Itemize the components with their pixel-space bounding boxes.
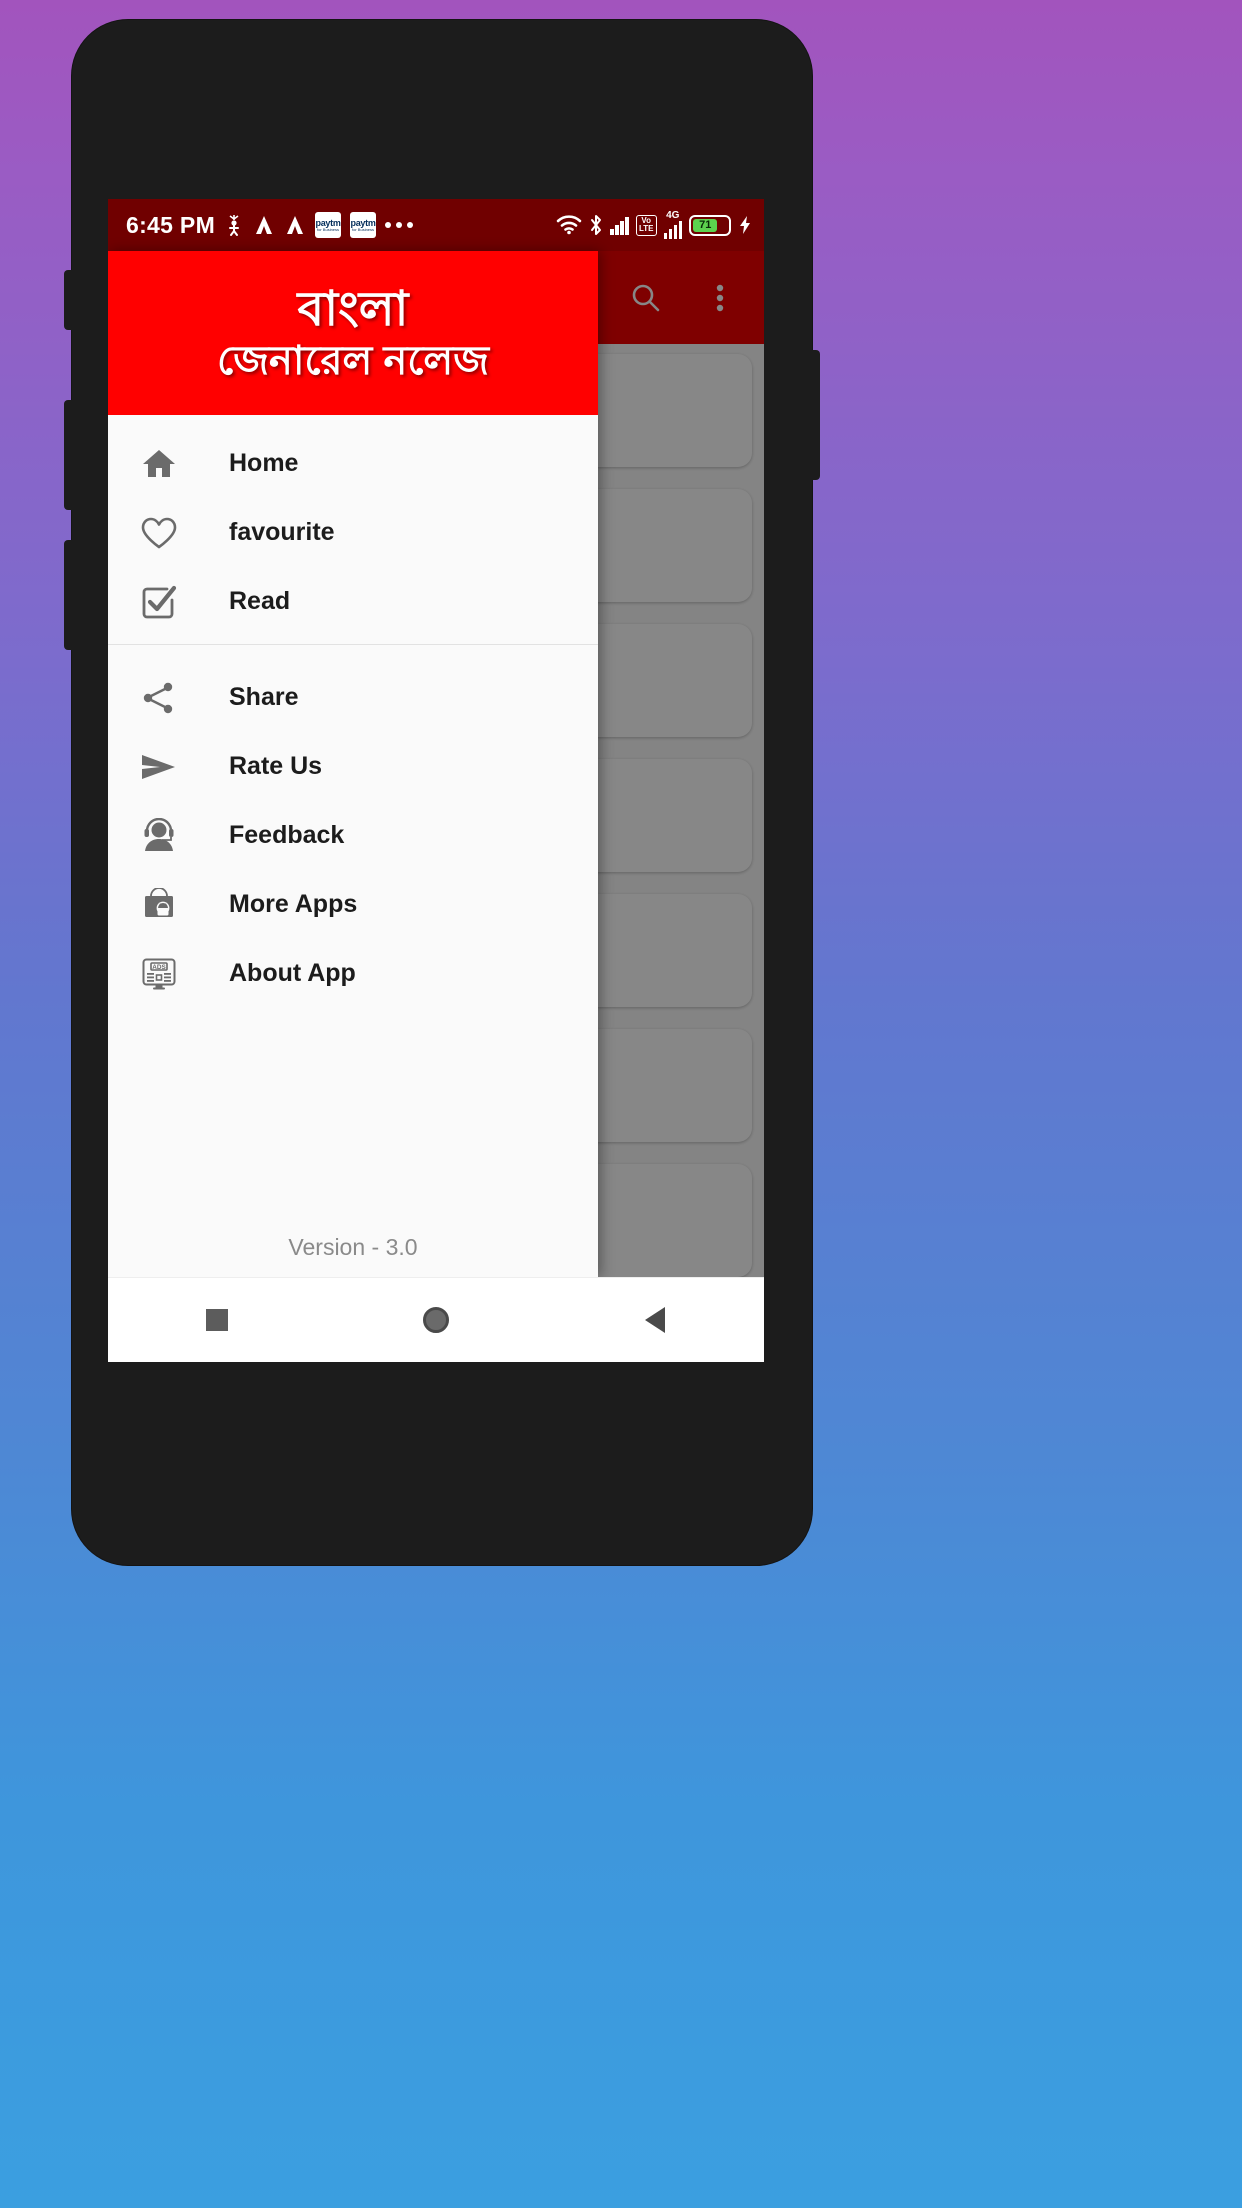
checkbox-checked-icon [133, 580, 185, 624]
drawer-menu-group-secondary: Share Rate Us Feedback More Apps ADS Abo… [108, 644, 598, 1016]
drawer-item-more-apps[interactable]: More Apps [108, 870, 598, 939]
drawer-item-about-app[interactable]: ADS About App [108, 939, 598, 1008]
status-bar: 6:45 PM paytm for Business paytm for Bus… [108, 199, 764, 251]
wifi-icon [556, 215, 582, 235]
android-navigation-bar [108, 1277, 764, 1362]
phone-side-button-top [64, 270, 78, 330]
drawer-menu-group-primary: Home favourite Read [108, 415, 598, 644]
play-store-bag-icon [133, 883, 185, 927]
status-bar-right: Vo LTE 4G 71 [556, 211, 752, 239]
drawer-item-home[interactable]: Home [108, 429, 598, 498]
signal-bars-icon [663, 219, 682, 239]
recents-square-icon[interactable] [177, 1290, 257, 1350]
navigation-drawer: বাংলা জেনারেল নলেজ Home favourite Read S… [108, 251, 598, 1277]
phone-side-button-middle [64, 400, 78, 510]
drawer-item-label: Rate Us [229, 752, 323, 780]
battery-percent-label: 71 [693, 218, 718, 232]
paytm-icon-sublabel: for Business [317, 226, 340, 232]
signal-bars-icon [610, 215, 629, 235]
drawer-item-label: favourite [229, 518, 335, 546]
phone-screen: 6:45 PM paytm for Business paytm for Bus… [108, 199, 764, 1362]
headset-support-icon [133, 814, 185, 858]
volte-line2: LTE [638, 224, 654, 233]
network-4g-icon: 4G [663, 211, 682, 239]
ads-monitor-icon: ADS [133, 952, 185, 996]
drawer-item-rate-us[interactable]: Rate Us [108, 732, 598, 801]
drawer-item-label: Read [229, 587, 291, 615]
drawer-item-favourite[interactable]: favourite [108, 498, 598, 567]
app-title-line1: বাংলা [297, 283, 409, 336]
heart-outline-icon [133, 511, 185, 555]
battery-icon: 71 [689, 214, 731, 236]
volte-icon: Vo LTE [635, 214, 657, 236]
home-icon [133, 442, 185, 486]
drawer-item-label: Share [229, 683, 299, 711]
drawer-item-label: About App [229, 959, 356, 987]
home-circle-icon[interactable] [396, 1290, 476, 1350]
paytm-icon: paytm for Business [315, 212, 342, 238]
rapido-icon [284, 214, 306, 236]
drawer-footer: Version - 3.0 [108, 1234, 598, 1277]
phone-side-button-bottom [64, 540, 78, 650]
drawer-item-label: More Apps [229, 890, 358, 918]
status-clock: 6:45 PM [126, 211, 216, 238]
status-bar-left: 6:45 PM paytm for Business paytm for Bus… [126, 211, 414, 239]
drawer-item-read[interactable]: Read [108, 567, 598, 636]
phone-power-button [806, 350, 820, 480]
scooter-icon [224, 214, 244, 236]
drawer-item-label: Feedback [229, 821, 345, 849]
paytm-icon: paytm for Business [350, 212, 377, 238]
svg-text:ADS: ADS [152, 964, 166, 971]
paytm-icon-sublabel: for Business [352, 226, 375, 232]
charging-bolt-icon [738, 215, 752, 235]
send-arrow-icon [133, 745, 185, 789]
share-nodes-icon [133, 676, 185, 720]
rapido-icon [253, 214, 275, 236]
drawer-header: বাংলা জেনারেল নলেজ [108, 251, 598, 415]
app-version-label: Version - 3.0 [288, 1234, 418, 1260]
back-triangle-icon[interactable] [615, 1290, 695, 1350]
drawer-item-feedback[interactable]: Feedback [108, 801, 598, 870]
drawer-item-label: Home [229, 449, 299, 477]
bluetooth-icon [589, 214, 603, 236]
more-notifications-icon [385, 222, 414, 228]
drawer-item-share[interactable]: Share [108, 663, 598, 732]
app-title-line2: জেনারেল নলেজ [216, 339, 490, 383]
